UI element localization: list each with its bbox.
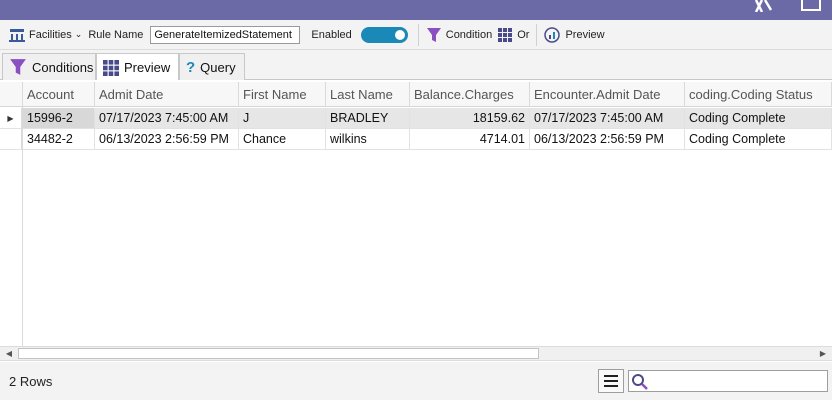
rule-name-input[interactable] bbox=[150, 25, 301, 44]
funnel-icon bbox=[426, 27, 442, 43]
search-input[interactable] bbox=[651, 372, 823, 390]
horizontal-scrollbar[interactable]: ◀ ▶ bbox=[0, 346, 832, 361]
condition-label: Condition bbox=[445, 28, 493, 41]
scroll-right-arrow-icon[interactable]: ▶ bbox=[815, 347, 831, 360]
preview-chart-icon bbox=[544, 26, 561, 43]
window-restore-icon[interactable] bbox=[800, 0, 822, 14]
cell-last-name[interactable]: BRADLEY bbox=[326, 108, 410, 129]
grid-icon bbox=[103, 59, 119, 76]
preview-button[interactable]: Preview bbox=[541, 24, 607, 46]
cell-coding-status[interactable]: Coding Complete bbox=[685, 129, 832, 150]
row-indicator bbox=[0, 129, 22, 150]
column-header-account[interactable]: Account bbox=[23, 82, 95, 107]
cell-admit-date[interactable]: 06/13/2023 2:56:59 PM bbox=[95, 129, 239, 150]
hamburger-menu-icon bbox=[604, 375, 618, 387]
facilities-icon bbox=[9, 28, 25, 42]
tab-preview[interactable]: Preview bbox=[96, 53, 179, 81]
toggle-knob bbox=[394, 29, 405, 40]
grid-icon bbox=[498, 27, 513, 42]
cell-last-name[interactable]: wilkins bbox=[326, 129, 410, 150]
or-button[interactable]: Or bbox=[495, 24, 532, 46]
column-header-balance-charges[interactable]: Balance.Charges bbox=[410, 82, 530, 107]
tab-label: Query bbox=[200, 59, 236, 75]
facilities-label: Facilities bbox=[29, 28, 72, 41]
cell-balance-charges[interactable]: 4714.01 bbox=[410, 129, 530, 150]
window-titlebar bbox=[0, 0, 832, 20]
tab-conditions[interactable]: Conditions bbox=[2, 53, 96, 80]
cell-account[interactable]: 15996-2 bbox=[23, 108, 95, 129]
rule-toolbar: Facilities ⌄ Rule Name Enabled Condition… bbox=[0, 20, 832, 50]
status-bar: 2 Rows bbox=[0, 362, 832, 400]
facilities-dropdown[interactable]: Facilities ⌄ bbox=[6, 24, 85, 46]
question-icon: ? bbox=[186, 58, 196, 76]
scroll-left-arrow-icon[interactable]: ◀ bbox=[1, 347, 17, 360]
tab-query[interactable]: ? Query bbox=[179, 53, 245, 80]
column-header-first-name[interactable]: First Name bbox=[239, 82, 326, 107]
cell-balance-charges[interactable]: 18159.62 bbox=[410, 108, 530, 129]
view-tabs: Conditions Preview ? Query bbox=[0, 50, 832, 81]
preview-label: Preview bbox=[565, 28, 605, 41]
enabled-toggle[interactable] bbox=[360, 26, 408, 43]
grid-header: Account Admit Date First Name Last Name … bbox=[0, 82, 832, 107]
grid-search-box[interactable] bbox=[628, 370, 828, 392]
scrollbar-thumb[interactable] bbox=[18, 348, 539, 359]
column-header-last-name[interactable]: Last Name bbox=[326, 82, 410, 107]
toolbar-divider bbox=[536, 23, 538, 46]
column-header-encounter-admit-date[interactable]: Encounter.Admit Date bbox=[530, 82, 685, 107]
cell-first-name[interactable]: Chance bbox=[239, 129, 326, 150]
column-header-admit-date[interactable]: Admit Date bbox=[95, 82, 239, 107]
column-menu-button[interactable] bbox=[598, 369, 624, 393]
cell-admit-date[interactable]: 07/17/2023 7:45:00 AM bbox=[95, 108, 239, 129]
tab-label: Conditions bbox=[32, 59, 94, 75]
user-icon[interactable] bbox=[753, 0, 775, 14]
row-count-label: 2 Rows bbox=[9, 374, 53, 389]
cell-first-name[interactable]: J bbox=[239, 108, 326, 129]
column-header-coding-status[interactable]: coding.Coding Status bbox=[685, 82, 832, 107]
table-row[interactable]: ▶ 15996-2 07/17/2023 7:45:00 AM J BRADLE… bbox=[0, 108, 832, 129]
current-row-arrow-icon: ▶ bbox=[0, 108, 22, 129]
condition-button[interactable]: Condition bbox=[423, 24, 495, 46]
rule-name-label: Rule Name bbox=[88, 28, 144, 41]
toolbar-divider bbox=[417, 23, 419, 46]
cell-account[interactable]: 34482-2 bbox=[23, 129, 95, 150]
funnel-icon bbox=[9, 58, 27, 76]
cell-encounter-admit-date[interactable]: 07/17/2023 7:45:00 AM bbox=[530, 108, 685, 129]
chevron-down-icon: ⌄ bbox=[74, 29, 83, 39]
search-icon bbox=[631, 373, 649, 394]
cell-encounter-admit-date[interactable]: 06/13/2023 2:56:59 PM bbox=[530, 129, 685, 150]
table-row[interactable]: 34482-2 06/13/2023 2:56:59 PM Chance wil… bbox=[0, 129, 832, 150]
enabled-label: Enabled bbox=[311, 28, 352, 41]
tab-label: Preview bbox=[124, 60, 171, 75]
cell-coding-status[interactable]: Coding Complete bbox=[685, 108, 832, 129]
preview-grid: Account Admit Date First Name Last Name … bbox=[0, 80, 832, 346]
or-label: Or bbox=[517, 28, 530, 41]
header-row-indicator bbox=[0, 82, 23, 107]
